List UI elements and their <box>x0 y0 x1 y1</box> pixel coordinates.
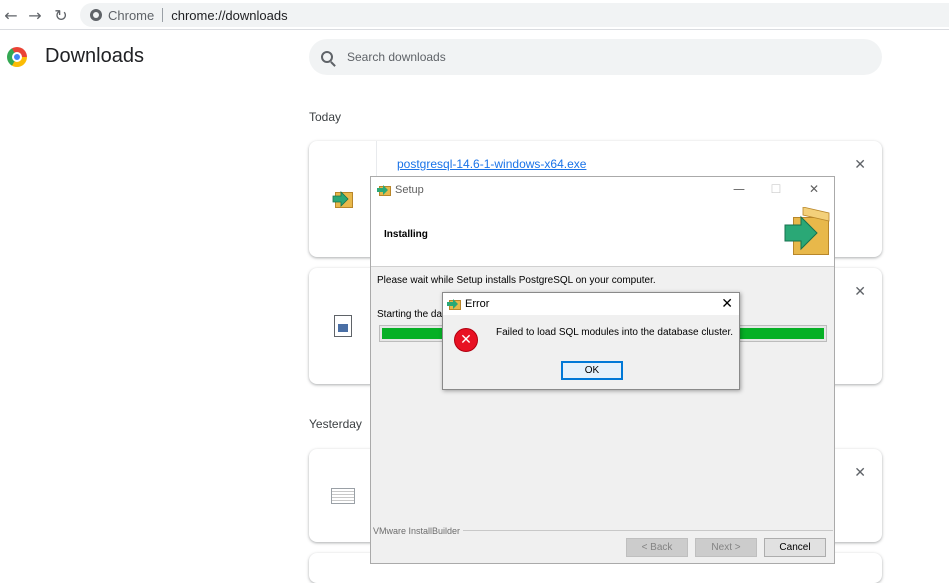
chrome-logo-icon <box>7 47 27 67</box>
error-title: Error <box>465 298 490 310</box>
reload-icon[interactable]: ↻ <box>50 4 72 26</box>
url-text: chrome://downloads <box>171 7 288 23</box>
search-icon <box>321 51 333 63</box>
chrome-site-icon <box>90 9 102 21</box>
back-arrow-icon[interactable]: ← <box>0 4 22 26</box>
file-icon-col <box>309 268 377 384</box>
error-dialog: Error ✕ ✕ Failed to load SQL modules int… <box>442 292 740 390</box>
setup-app-icon <box>377 183 391 197</box>
close-icon[interactable]: ✕ <box>804 182 824 198</box>
error-icon: ✕ <box>454 328 478 352</box>
setup-heading: Installing <box>384 229 428 240</box>
setup-header: Installing <box>371 203 834 267</box>
remove-download-icon[interactable]: ✕ <box>854 284 866 300</box>
next-button[interactable]: Next > <box>695 538 757 557</box>
error-titlebar: Error ✕ <box>443 293 739 315</box>
image-file-icon[interactable] <box>333 315 352 337</box>
search-input[interactable]: Search downloads <box>309 39 882 75</box>
close-icon[interactable]: ✕ <box>721 296 733 312</box>
installbuilder-label: VMware InstallBuilder <box>373 526 464 536</box>
section-label-today: Today <box>309 110 342 124</box>
setup-titlebar: Setup — ☐ ✕ <box>371 177 834 203</box>
document-file-icon[interactable] <box>330 487 355 504</box>
browser-toolbar: ← → ↻ Chrome chrome://downloads <box>0 0 949 30</box>
download-file-link[interactable]: postgresql-14.6-1-windows-x64.exe <box>397 157 586 171</box>
setup-message: Please wait while Setup installs Postgre… <box>377 275 656 286</box>
ok-button[interactable]: OK <box>561 361 623 380</box>
cancel-button[interactable]: Cancel <box>764 538 826 557</box>
omnibox-separator <box>162 8 164 22</box>
minimize-icon[interactable]: — <box>729 182 749 198</box>
back-button[interactable]: < Back <box>626 538 688 557</box>
installer-banner-icon <box>783 207 833 257</box>
site-chip: Chrome <box>108 7 155 23</box>
address-bar[interactable]: Chrome chrome://downloads <box>80 3 949 27</box>
file-icon-col <box>309 449 377 542</box>
forward-arrow-icon[interactable]: → <box>24 4 46 26</box>
file-icon-col <box>309 141 377 257</box>
error-message: Failed to load SQL modules into the data… <box>496 327 733 338</box>
installer-package-icon[interactable] <box>332 188 354 210</box>
setup-status: Starting the dat <box>377 309 445 320</box>
page-title: Downloads <box>45 45 144 67</box>
remove-download-icon[interactable]: ✕ <box>854 465 866 481</box>
search-placeholder: Search downloads <box>347 50 446 64</box>
maximize-icon[interactable]: ☐ <box>766 182 786 198</box>
remove-download-icon[interactable]: ✕ <box>854 157 866 173</box>
section-label-yesterday: Yesterday <box>309 417 362 431</box>
error-app-icon <box>447 297 461 311</box>
setup-title: Setup <box>395 184 424 196</box>
